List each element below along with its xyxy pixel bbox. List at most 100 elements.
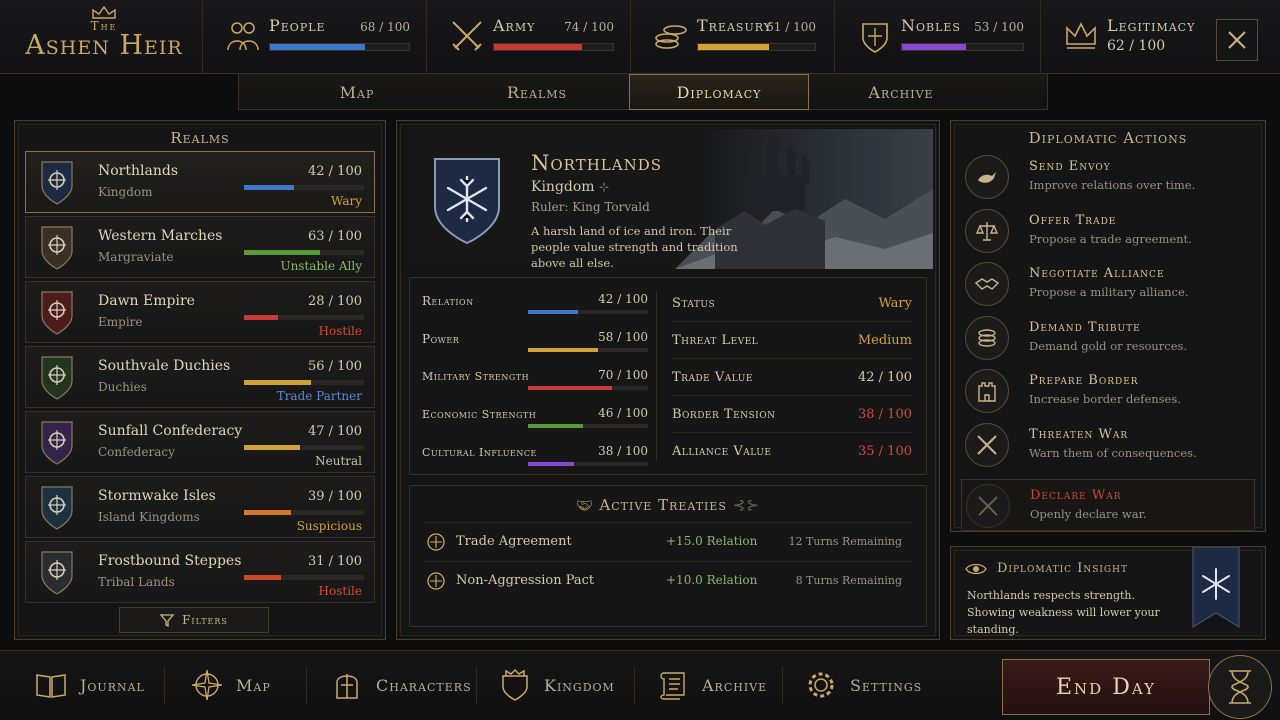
property-row: Threat Level Medium bbox=[672, 323, 912, 359]
realm-relation-bar bbox=[244, 445, 364, 450]
people-icon bbox=[227, 22, 259, 51]
nav-label: Characters bbox=[376, 675, 472, 695]
stat-label: Cultural Influence bbox=[422, 446, 537, 459]
game-logo: The Ashen Heir bbox=[14, 6, 194, 70]
stat-bar-fill bbox=[528, 462, 574, 466]
realm-banner: Northlands Kingdom ⊹ Ruler: King Torvald… bbox=[405, 129, 933, 269]
insight-text: Northlands respects strength. Showing we… bbox=[967, 589, 1160, 636]
logo-title: Ashen Heir bbox=[25, 30, 183, 61]
treaty-effect: +10.0 Relation bbox=[666, 573, 758, 587]
snowflake-emblem-icon bbox=[41, 161, 73, 205]
nav-journal[interactable]: Journal bbox=[34, 665, 145, 705]
realm-row[interactable]: Frostbound Steppes Tribal Lands 31 / 100 Ho… bbox=[25, 541, 375, 603]
realms-panel: Realms Northlands Kingdom 42 / 100 Wary West… bbox=[14, 120, 386, 640]
property-row: Border Tension 38 / 100 bbox=[672, 397, 912, 433]
realm-row[interactable]: Northlands Kingdom 42 / 100 Wary bbox=[25, 151, 375, 213]
action-negotiate-alliance-button[interactable]: Negotiate Alliance Propose a military all… bbox=[961, 258, 1255, 310]
realm-row[interactable]: Dawn Empire Empire 28 / 100 Hostile bbox=[25, 281, 375, 343]
realm-status: Unstable Ally bbox=[280, 259, 362, 273]
stat-label: Army bbox=[493, 16, 536, 35]
treaty-row[interactable]: Trade Agreement +15.0 Relation 12 Turns Re… bbox=[424, 522, 912, 560]
realm-status: Hostile bbox=[318, 584, 362, 598]
action-send-envoy-button[interactable]: Send Envoy Improve relations over time. bbox=[961, 151, 1255, 203]
flourish-icon: ⊰⊱ bbox=[732, 496, 760, 514]
realm-status: Trade Partner bbox=[276, 389, 362, 403]
nav-kingdom[interactable]: Kingdom bbox=[498, 665, 615, 705]
tab-archive[interactable]: Archive bbox=[811, 74, 991, 110]
nav-label: Archive bbox=[702, 675, 768, 695]
divider bbox=[782, 667, 783, 705]
stat-value: 61 / 100 bbox=[766, 20, 816, 34]
stat-bar bbox=[528, 386, 648, 390]
realm-relation-bar bbox=[244, 380, 364, 385]
trade-seal-icon bbox=[427, 533, 445, 551]
declare-war-label: Declare War bbox=[1030, 488, 1122, 503]
nav-map[interactable]: Map bbox=[190, 665, 271, 705]
declare-war-button[interactable]: Declare War Openly declare war. bbox=[961, 479, 1255, 531]
action-prepare-border-button[interactable]: Prepare Border Increase border defenses. bbox=[961, 365, 1255, 417]
stat-label: Military Strength bbox=[422, 370, 530, 383]
treaties-header: 🤝︎ Active Treaties ⊰⊱ bbox=[410, 496, 926, 514]
stat-legitimacy: Legitimacy 62 / 100 bbox=[1040, 0, 1206, 74]
nav-label: Settings bbox=[850, 675, 923, 695]
action-icon-frame bbox=[965, 315, 1009, 360]
divider bbox=[634, 667, 635, 705]
northlands-shield-icon bbox=[434, 158, 500, 245]
realm-row[interactable]: Western Marches Margraviate 63 / 100 Unstab… bbox=[25, 216, 375, 278]
nav-settings[interactable]: Settings bbox=[804, 665, 922, 705]
stat-bar-fill bbox=[528, 348, 598, 352]
stat-value: 42 / 100 bbox=[598, 292, 648, 306]
realm-name: Frostbound Steppes bbox=[98, 553, 242, 569]
realm-name: Sunfall Confederacy bbox=[98, 423, 243, 439]
stat-row: Economic Strength 46 / 100 bbox=[422, 400, 648, 436]
action-icon-frame bbox=[965, 369, 1009, 413]
logo-crown-icon bbox=[92, 6, 116, 19]
realm-status: Hostile bbox=[318, 324, 362, 338]
action-label: Send Envoy bbox=[1029, 159, 1111, 174]
crossed-swords-icon bbox=[452, 21, 482, 51]
realm-row[interactable]: Sunfall Confederacy Confederacy 47 / 100 Ne… bbox=[25, 411, 375, 473]
property-row: Trade Value 42 / 100 bbox=[672, 360, 912, 396]
action-desc: Propose a military alliance. bbox=[1029, 285, 1189, 299]
stat-bar bbox=[528, 424, 648, 428]
nav-label: Kingdom bbox=[544, 675, 615, 695]
action-demand-tribute-button[interactable]: Demand Tribute Demand gold or resources. bbox=[961, 312, 1255, 364]
property-label: Threat Level bbox=[672, 333, 759, 348]
action-icon-frame bbox=[965, 155, 1009, 199]
tab-map[interactable]: Map bbox=[267, 74, 447, 110]
treaty-row[interactable]: Non-Aggression Pact +10.0 Relation 8 Turns… bbox=[424, 561, 912, 599]
stat-label: Treasury bbox=[697, 16, 772, 35]
tab-diplomacy[interactable]: Diplomacy bbox=[629, 74, 809, 110]
action-threaten-war-button[interactable]: Threaten War Warn them of consequences. bbox=[961, 419, 1255, 471]
realm-relation-bar bbox=[244, 510, 364, 515]
realm-detail-panel: Northlands Kingdom ⊹ Ruler: King Torvald… bbox=[396, 120, 940, 640]
diplomatic-insight-panel: Diplomatic Insight Northlands respects s… bbox=[950, 546, 1266, 640]
stat-value: 68 / 100 bbox=[360, 20, 410, 34]
stat-row: Military Strength 70 / 100 bbox=[422, 362, 648, 398]
treaty-effect: +15.0 Relation bbox=[666, 534, 758, 548]
end-day-button[interactable]: End Day bbox=[1002, 659, 1210, 715]
eye-icon bbox=[965, 563, 987, 575]
stat-bar-fill bbox=[528, 310, 579, 314]
realm-row[interactable]: Southvale Duchies Duchies 56 / 100 Trade Pa… bbox=[25, 346, 375, 408]
nav-characters[interactable]: Characters bbox=[330, 665, 472, 705]
realm-name: Northlands bbox=[98, 163, 179, 179]
realm-type: Kingdom bbox=[98, 185, 153, 199]
moon-emblem-icon bbox=[41, 421, 73, 465]
action-label: Negotiate Alliance bbox=[1029, 266, 1165, 281]
close-button[interactable] bbox=[1216, 19, 1258, 61]
realm-row[interactable]: Stormwake Isles Island Kingdoms 39 / 100 Su… bbox=[25, 476, 375, 538]
realm-relation-value: 31 / 100 bbox=[308, 554, 362, 569]
stat-nobles: Nobles 53 / 100 bbox=[834, 0, 1034, 74]
realm-relation-bar bbox=[244, 315, 364, 320]
action-offer-trade-button[interactable]: Offer Trade Propose a trade agreement. bbox=[961, 205, 1255, 257]
nav-archive[interactable]: Archive bbox=[656, 665, 767, 705]
diplomatic-actions-panel: Diplomatic Actions Send Envoy Improve rel… bbox=[950, 120, 1266, 532]
tab-realms[interactable]: Realms bbox=[447, 74, 627, 110]
stat-bar-fill bbox=[902, 44, 967, 50]
compass-icon bbox=[191, 669, 223, 701]
hourglass-button[interactable] bbox=[1208, 655, 1272, 719]
realm-status: Suspicious bbox=[296, 519, 362, 533]
stat-bar-fill bbox=[494, 44, 583, 50]
filters-button[interactable]: Filters bbox=[119, 607, 269, 633]
